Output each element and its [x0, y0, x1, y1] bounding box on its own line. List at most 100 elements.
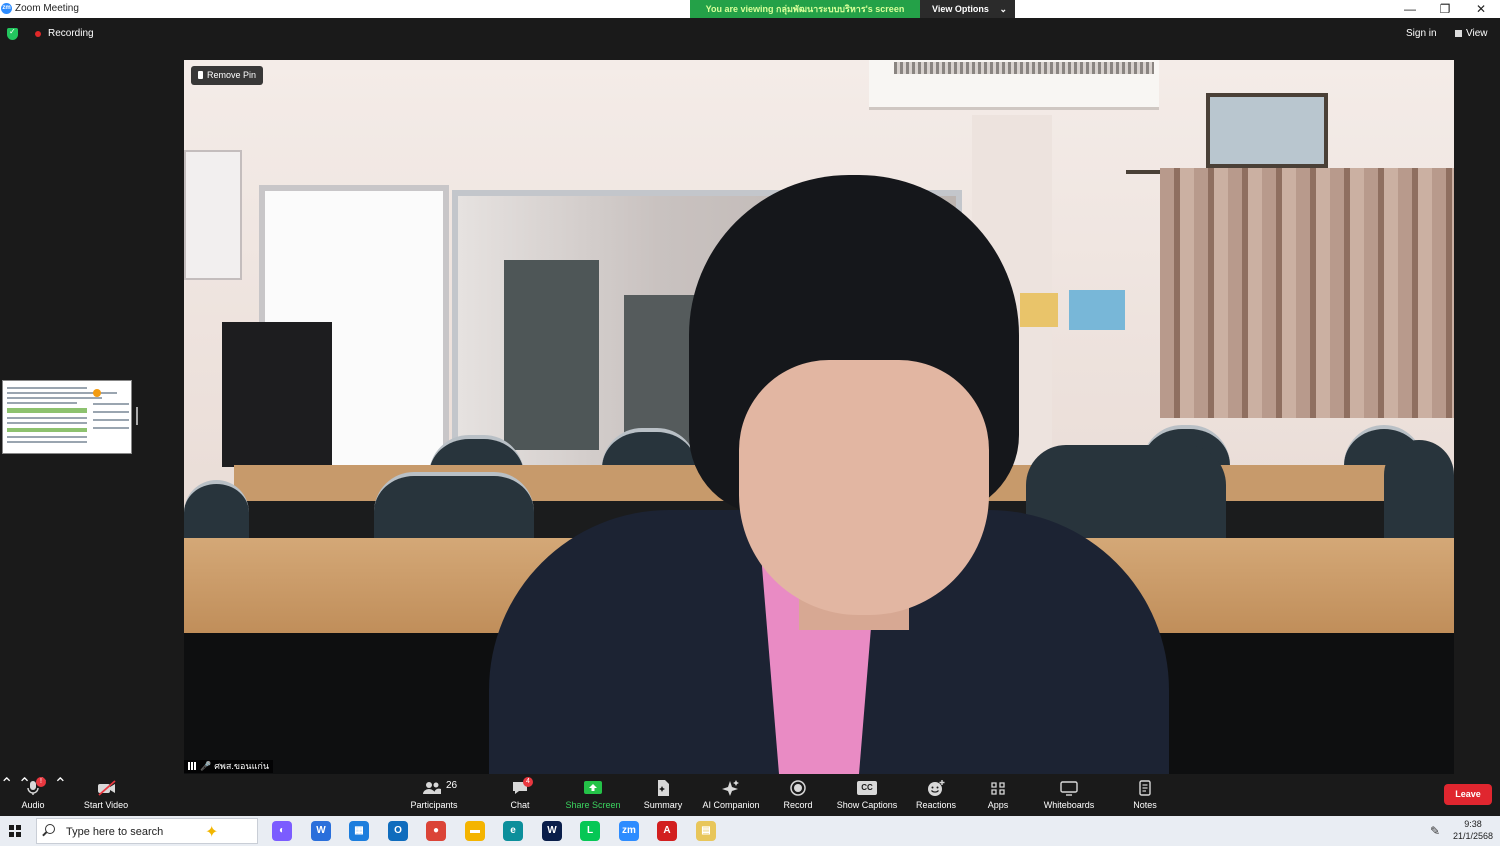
reactions-smiley-icon — [927, 780, 945, 796]
zoom-meeting-window: zm Zoom Meeting You are viewing กลุ่มพัฒ… — [0, 0, 1500, 846]
video-person-face — [739, 360, 989, 615]
participants-icon — [422, 780, 441, 796]
whiteboard-icon — [1060, 780, 1078, 796]
thumb-line — [7, 397, 102, 399]
captions-options-caret-icon[interactable]: ⌃ — [54, 776, 67, 793]
pen-tray-icon[interactable]: ✎ — [1430, 824, 1440, 838]
search-highlight-icon: ✦ — [205, 824, 219, 841]
recording-dot-icon — [35, 31, 41, 37]
thumb-line — [93, 427, 129, 429]
w-app-app-icon[interactable]: W — [311, 821, 331, 841]
audio-button[interactable]: ! Audio — [16, 774, 50, 816]
recording-label[interactable]: Recording — [48, 28, 94, 39]
chevron-down-icon: ⌄ — [999, 4, 1007, 14]
share-screen-button[interactable]: Share Screen — [562, 774, 624, 816]
record-button[interactable]: Record — [780, 774, 816, 816]
notes-label: Notes — [1133, 800, 1157, 810]
pin-icon — [198, 71, 203, 79]
thumb-line — [7, 422, 87, 424]
notepad-app-icon[interactable]: ▤ — [696, 821, 716, 841]
thumb-logo — [93, 389, 101, 397]
audio-options-caret-icon[interactable]: ⌃ — [0, 776, 13, 793]
remove-pin-label: Remove Pin — [207, 70, 257, 80]
close-button[interactable]: ✕ — [1463, 0, 1499, 18]
start-video-button[interactable]: Start Video — [80, 774, 132, 816]
thumb-green-bar — [7, 428, 87, 432]
thumb-line — [7, 436, 87, 438]
video-door — [504, 260, 599, 450]
edge-app-icon[interactable]: e — [503, 821, 523, 841]
reactions-button[interactable]: Reactions — [912, 774, 960, 816]
clock-date: 21/1/2568 — [1452, 831, 1494, 841]
leave-button[interactable]: Leave — [1444, 784, 1492, 805]
summary-button[interactable]: Summary — [640, 774, 686, 816]
apps-button[interactable]: Apps — [980, 774, 1016, 816]
shared-screen-thumbnail[interactable] — [2, 380, 132, 454]
copilot-app-icon[interactable]: ◐ — [272, 821, 292, 841]
video-picture-frame — [1206, 93, 1328, 168]
store-app-icon[interactable]: ▦ — [349, 821, 369, 841]
taskbar-search-input[interactable] — [66, 824, 206, 839]
taskbar-clock[interactable]: 9:38 21/1/2568 — [1448, 818, 1498, 842]
search-icon — [45, 824, 55, 834]
pinned-video[interactable] — [184, 60, 1454, 774]
show-captions-label: Show Captions — [836, 800, 898, 810]
participant-name: ศพส.ขอนแก่น — [214, 761, 269, 771]
remove-pin-button[interactable]: Remove Pin — [191, 66, 264, 85]
line-app-icon[interactable]: L — [580, 821, 600, 841]
thumb-line — [93, 403, 129, 405]
chat-label: Chat — [510, 800, 530, 810]
file-explorer-app-icon[interactable]: ▬ — [465, 821, 485, 841]
apps-icon — [989, 780, 1007, 796]
ai-companion-button[interactable]: AI Companion — [698, 774, 764, 816]
view-options-button[interactable]: View Options ⌄ — [920, 0, 1015, 18]
signal-bars-icon — [188, 762, 197, 770]
thumb-line — [7, 441, 87, 443]
viewing-screen-banner: You are viewing กลุ่มพัฒนาระบบบริหาร's s… — [690, 0, 920, 18]
restore-button[interactable]: ❐ — [1427, 0, 1463, 18]
chat-button[interactable]: 4 Chat — [502, 774, 538, 816]
window-title: Zoom Meeting — [15, 3, 79, 14]
encryption-shield-icon[interactable] — [7, 27, 18, 40]
thumb-line — [93, 419, 129, 421]
minimize-button[interactable]: — — [1392, 0, 1428, 18]
record-label: Record — [783, 800, 813, 810]
webex-app-icon[interactable]: W — [542, 821, 562, 841]
video-chair — [1384, 440, 1454, 550]
notes-button[interactable]: Notes — [1128, 774, 1162, 816]
thumb-line — [93, 411, 129, 413]
summary-document-icon — [654, 780, 672, 796]
thumbnail-resize-handle[interactable] — [136, 407, 138, 425]
show-captions-button[interactable]: CC Show Captions — [834, 774, 900, 816]
zoom-app-icon[interactable]: zm — [619, 821, 639, 841]
outlook-app-icon[interactable]: O — [388, 821, 408, 841]
view-label: View — [1466, 28, 1488, 39]
taskbar-search-box[interactable]: ✦ — [36, 818, 258, 844]
sign-in-link[interactable]: Sign in — [1406, 28, 1437, 39]
view-button[interactable]: View — [1455, 28, 1488, 39]
video-cabinet — [184, 150, 242, 280]
video-curtain — [1160, 168, 1454, 418]
thumb-line — [7, 417, 87, 419]
thumb-green-bar — [7, 408, 87, 413]
start-video-label: Start Video — [83, 800, 129, 810]
participants-button[interactable]: 26 Participants — [404, 774, 464, 816]
reactions-label: Reactions — [915, 800, 957, 810]
chat-unread-badge: 4 — [523, 777, 533, 787]
chrome-app-icon[interactable]: ● — [426, 821, 446, 841]
muted-mic-icon: 🎤 — [200, 761, 212, 771]
title-bar: zm Zoom Meeting You are viewing กลุ่มพัฒ… — [0, 0, 1500, 18]
meeting-top-bar: Recording Sign in View — [0, 18, 1500, 50]
acrobat-app-icon[interactable]: A — [657, 821, 677, 841]
whiteboards-button[interactable]: Whiteboards — [1038, 774, 1100, 816]
clock-time: 9:38 — [1464, 819, 1482, 829]
windows-start-icon[interactable] — [9, 825, 21, 837]
video-poster — [1020, 293, 1058, 327]
thumb-line — [7, 387, 87, 389]
record-icon — [789, 780, 807, 796]
apps-label: Apps — [987, 800, 1009, 810]
chat-bubble-icon: 4 — [511, 777, 533, 796]
audio-label: Audio — [21, 800, 45, 810]
participant-name-tag: 🎤 ศพส.ขอนแก่น — [184, 760, 273, 773]
view-layout-icon — [1455, 29, 1462, 37]
